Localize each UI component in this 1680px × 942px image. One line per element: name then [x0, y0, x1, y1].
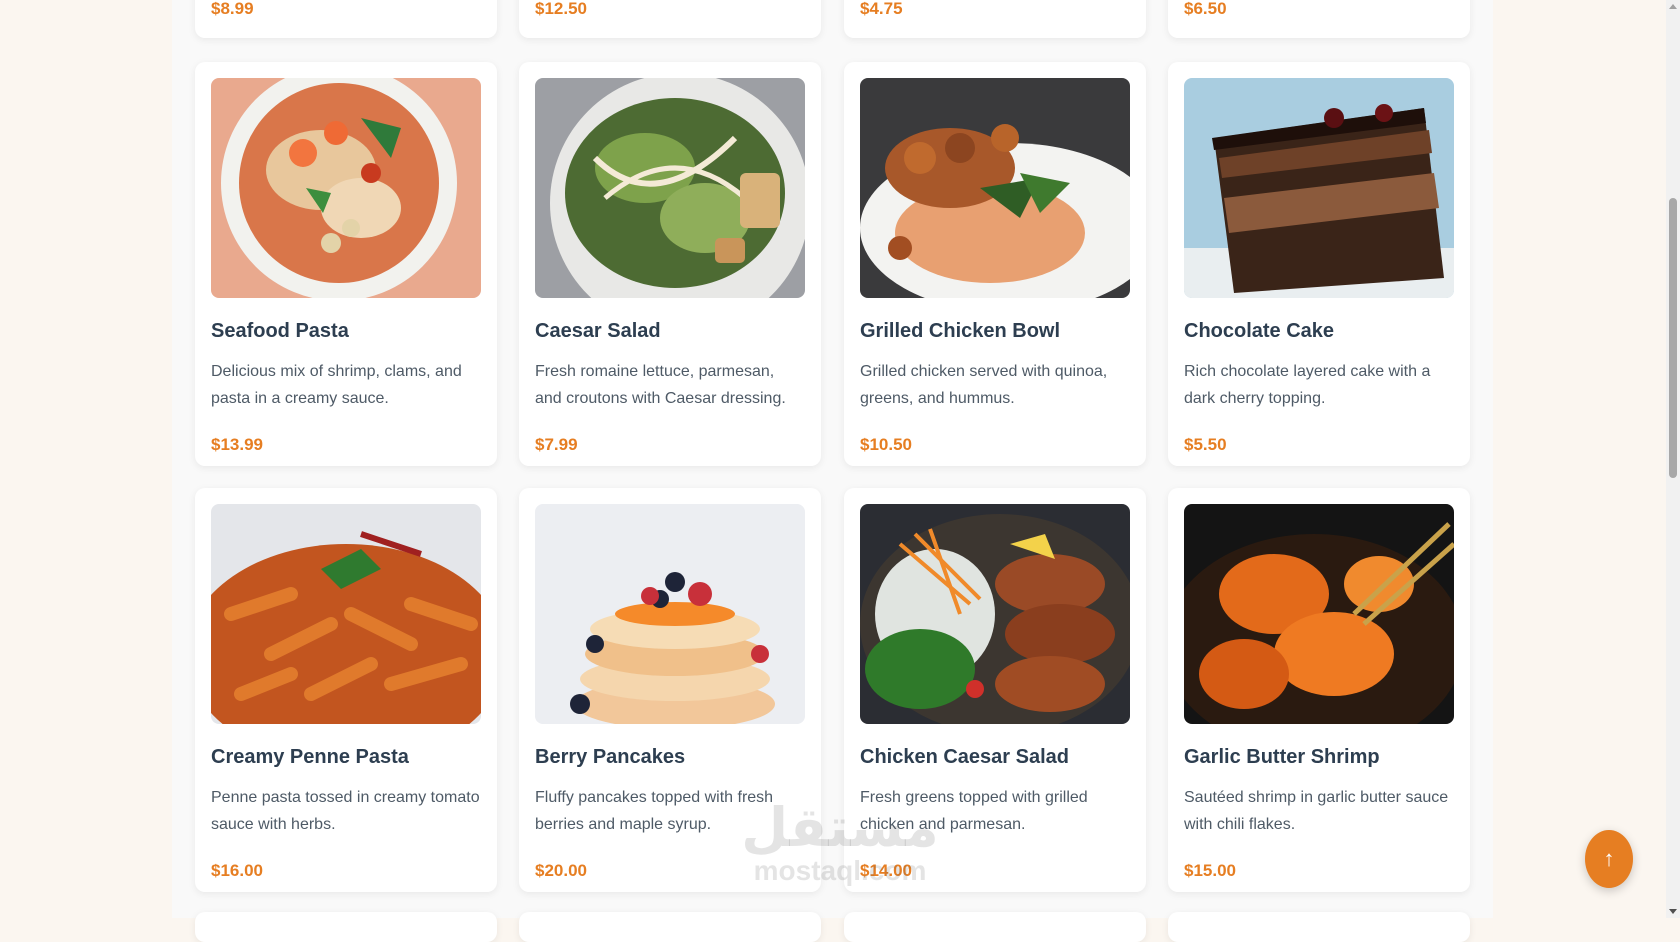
menu-card-partial[interactable]: $6.50	[1168, 0, 1470, 38]
menu-item-price: $4.75	[860, 0, 903, 18]
menu-card-partial[interactable]	[519, 912, 821, 942]
menu-card-berry-pancakes[interactable]: Berry Pancakes Fluffy pancakes topped wi…	[519, 488, 821, 892]
menu-card-garlic-butter-shrimp[interactable]: Garlic Butter Shrimp Sautéed shrimp in g…	[1168, 488, 1470, 892]
menu-card-creamy-penne-pasta[interactable]: Creamy Penne Pasta Penne pasta tossed in…	[195, 488, 497, 892]
menu-item-price: $8.99	[211, 0, 254, 18]
menu-item-name: Caesar Salad	[535, 320, 661, 342]
food-image	[211, 504, 481, 724]
food-image	[860, 78, 1130, 298]
menu-item-name: Creamy Penne Pasta	[211, 746, 409, 768]
menu-card-seafood-pasta[interactable]: Seafood Pasta Delicious mix of shrimp, c…	[195, 62, 497, 466]
scroll-down-arrow-icon[interactable]	[1669, 909, 1677, 914]
menu-item-description: Fresh romaine lettuce, parmesan, and cro…	[535, 363, 786, 407]
menu-item-description: Fluffy pancakes topped with fresh berrie…	[535, 789, 774, 833]
scrollbar-thumb[interactable]	[1669, 198, 1677, 478]
food-image	[1184, 78, 1454, 298]
food-image	[535, 78, 805, 298]
menu-card-partial[interactable]	[195, 912, 497, 942]
menu-card-chocolate-cake[interactable]: Chocolate Cake Rich chocolate layered ca…	[1168, 62, 1470, 466]
menu-item-description: Delicious mix of shrimp, clams, and past…	[211, 363, 462, 407]
menu-item-price: $15.00	[1184, 861, 1236, 880]
menu-item-name: Garlic Butter Shrimp	[1184, 746, 1380, 768]
food-image	[211, 78, 481, 298]
back-to-top-button[interactable]: ↑	[1585, 830, 1633, 888]
food-image	[860, 504, 1130, 724]
menu-item-name: Seafood Pasta	[211, 320, 349, 342]
menu-item-name: Berry Pancakes	[535, 746, 686, 768]
menu-item-price: $10.50	[860, 435, 912, 454]
food-image	[535, 504, 805, 724]
menu-card-caesar-salad[interactable]: Caesar Salad Fresh romaine lettuce, parm…	[519, 62, 821, 466]
food-image	[1184, 504, 1454, 724]
menu-item-description: Rich chocolate layered cake with a dark …	[1184, 363, 1431, 407]
menu-item-price: $16.00	[211, 861, 263, 880]
menu-item-price: $20.00	[535, 861, 587, 880]
menu-item-description: Sautéed shrimp in garlic butter sauce wi…	[1184, 789, 1449, 833]
menu-item-name: Chicken Caesar Salad	[860, 746, 1069, 768]
menu-item-price: $12.50	[535, 0, 587, 18]
vertical-scrollbar[interactable]	[1666, 0, 1680, 918]
menu-item-name: Chocolate Cake	[1184, 320, 1335, 342]
menu-card-partial[interactable]: $12.50	[519, 0, 821, 38]
menu-item-price: $14.00	[860, 861, 912, 880]
menu-item-description: Penne pasta tossed in creamy tomato sauc…	[211, 789, 480, 833]
menu-card-partial[interactable]	[1168, 912, 1470, 942]
menu-item-price: $7.99	[535, 435, 578, 454]
menu-item-price: $13.99	[211, 435, 263, 454]
menu-card-partial[interactable]: $8.99	[195, 0, 497, 38]
arrow-up-icon: ↑	[1603, 846, 1615, 871]
menu-card-grilled-chicken-bowl[interactable]: Grilled Chicken Bowl Grilled chicken ser…	[844, 62, 1146, 466]
menu-item-price: $5.50	[1184, 435, 1227, 454]
scroll-up-arrow-icon[interactable]	[1669, 4, 1677, 9]
menu-item-description: Grilled chicken served with quinoa, gree…	[860, 363, 1108, 407]
menu-card-partial[interactable]	[844, 912, 1146, 942]
menu-card-partial[interactable]: $4.75	[844, 0, 1146, 38]
menu-card-chicken-caesar-salad[interactable]: Chicken Caesar Salad Fresh greens topped…	[844, 488, 1146, 892]
menu-item-name: Grilled Chicken Bowl	[860, 320, 1061, 342]
menu-item-price: $6.50	[1184, 0, 1227, 18]
menu-item-description: Fresh greens topped with grilled chicken…	[860, 789, 1088, 833]
